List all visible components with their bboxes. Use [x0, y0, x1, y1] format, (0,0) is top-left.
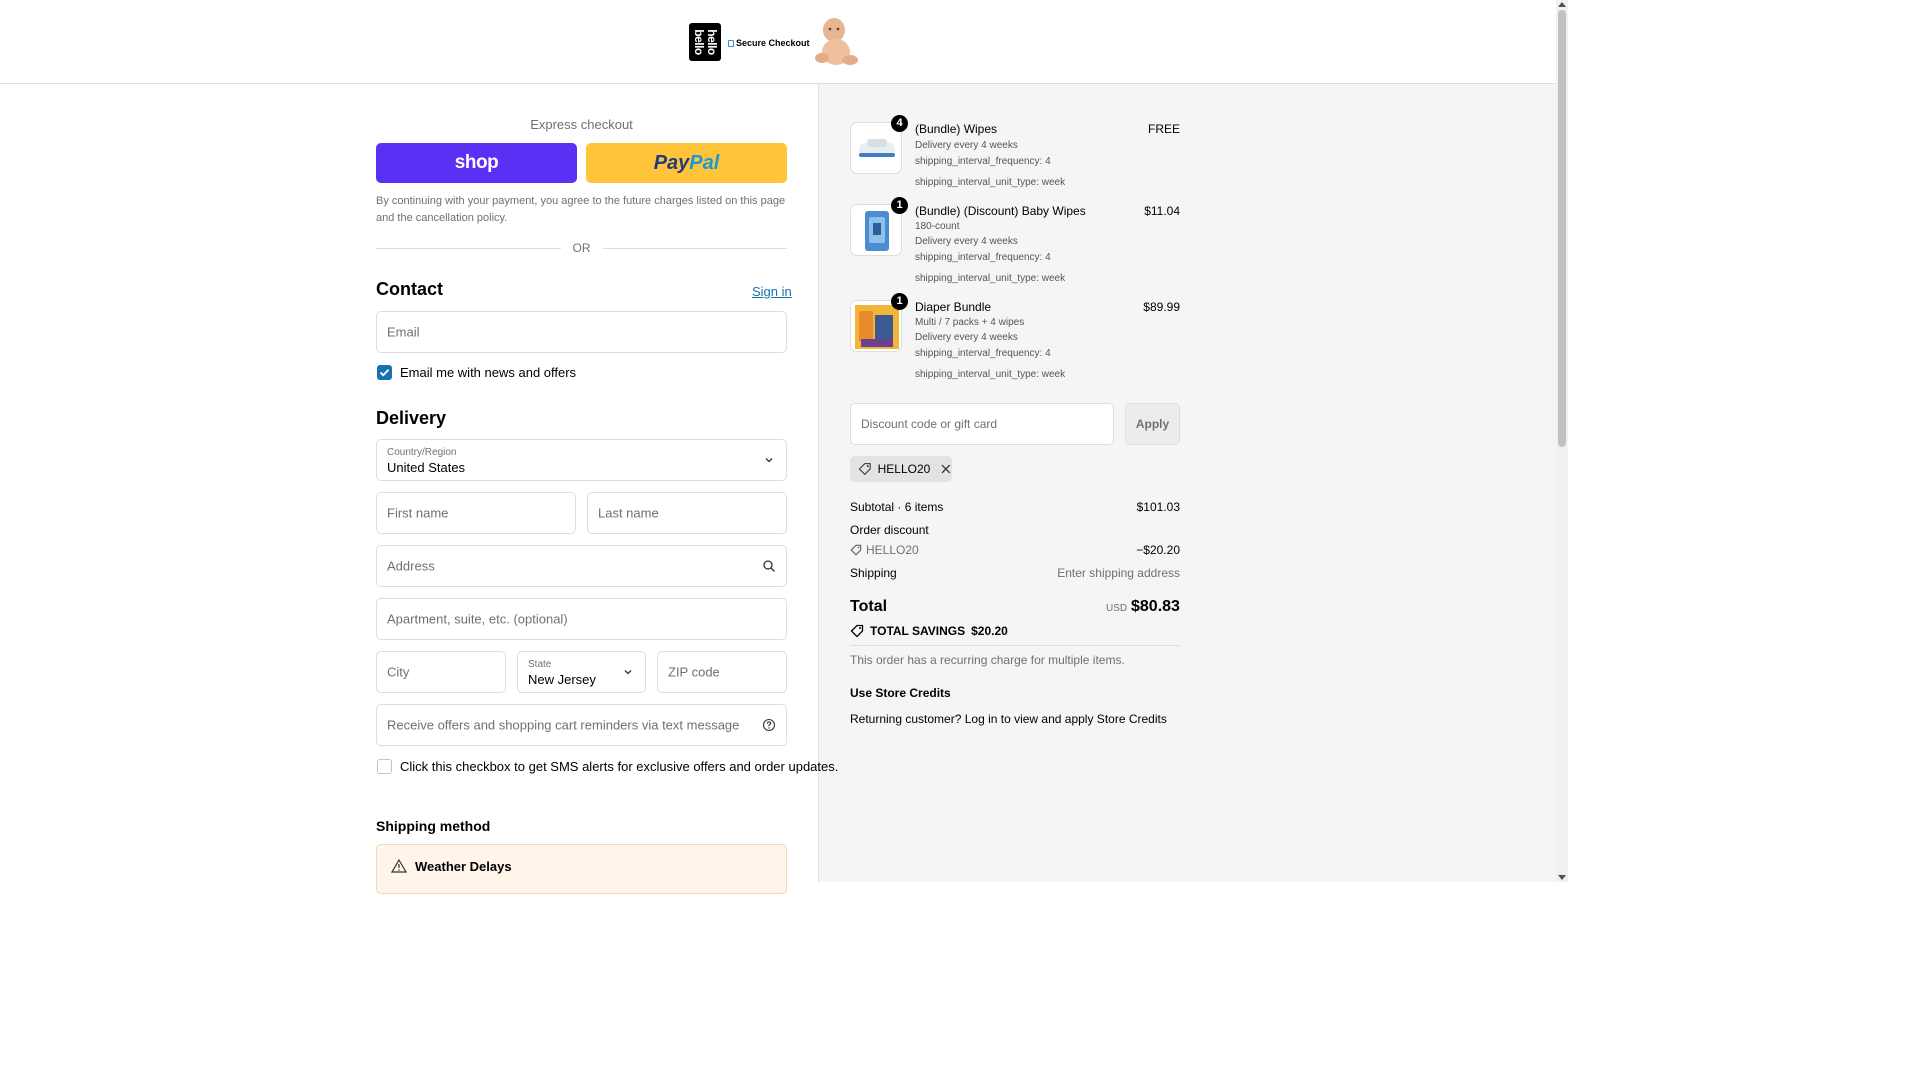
quantity-badge: 1 — [891, 197, 908, 214]
warning-icon — [391, 859, 407, 873]
scroll-up-arrow-icon[interactable] — [1558, 2, 1566, 7]
last-name-field[interactable]: Last name — [587, 492, 787, 534]
product-meta: shipping_interval_unit_type: week — [915, 177, 1066, 188]
total-savings: TOTAL SAVINGS $20.20 — [850, 624, 1008, 638]
product-meta: Multi / 7 packs + 4 wipes — [915, 317, 1025, 328]
tag-icon — [850, 544, 862, 556]
newsletter-label: Email me with news and offers — [400, 365, 577, 380]
product-meta: Delivery every 4 weeks — [915, 140, 1018, 151]
express-checkout-title: Express checkout — [530, 117, 633, 132]
apartment-field[interactable]: Apartment, suite, etc. (optional) — [376, 598, 787, 640]
product-price: $11.04 — [1144, 204, 1180, 218]
paypal-button[interactable]: Pay Pal — [586, 143, 787, 183]
cart-item: 1 (Bundle) (Discount) Baby Wipes $11.04 … — [850, 197, 1180, 286]
scroll-down-arrow-icon[interactable] — [1558, 875, 1566, 880]
product-meta: shipping_interval_unit_type: week — [915, 273, 1066, 284]
apply-discount-button[interactable]: Apply — [1125, 403, 1180, 445]
product-meta: shipping_interval_unit_type: week — [915, 369, 1066, 380]
product-name: (Bundle) Wipes — [915, 122, 998, 136]
search-icon — [763, 560, 775, 572]
product-meta: Delivery every 4 weeks — [915, 236, 1018, 247]
baby-mascot-image — [815, 18, 858, 65]
contact-heading: Contact — [376, 279, 443, 299]
shop-pay-button[interactable]: shop — [376, 143, 577, 183]
address-field[interactable]: Address — [376, 545, 787, 587]
country-select[interactable]: Country/Region United States — [376, 439, 787, 481]
tag-icon — [850, 624, 864, 638]
remove-discount-icon[interactable] — [940, 463, 952, 475]
cart-item: 1 Diaper Bundle $89.99 Multi / 7 packs +… — [850, 293, 1180, 382]
lock-icon — [728, 39, 734, 47]
tag-icon — [858, 463, 871, 476]
total-value: $80.83 — [1131, 598, 1180, 615]
newsletter-checkbox[interactable] — [377, 365, 392, 380]
product-meta: shipping_interval_frequency: 4 — [915, 156, 1051, 167]
or-divider: OR — [376, 240, 787, 256]
total-currency: USD — [1106, 603, 1128, 614]
city-field[interactable]: City — [376, 651, 506, 693]
secure-checkout-label: Secure Checkout — [728, 38, 810, 48]
product-name: Diaper Bundle — [915, 300, 992, 314]
zip-code-field[interactable]: ZIP code — [657, 651, 787, 693]
recurring-charges-legal-text: By continuing with your payment, you agr… — [376, 195, 786, 224]
help-icon[interactable] — [762, 718, 776, 732]
summary-divider — [850, 645, 1180, 646]
discount-code-field[interactable]: Discount code or gift card — [850, 403, 1114, 445]
checkout-header: hello bello Secure Checkout — [0, 0, 1556, 84]
chevron-down-icon — [624, 670, 632, 675]
email-field[interactable]: Email — [376, 311, 787, 353]
checkmark-icon — [379, 369, 390, 377]
applied-discount-chip: HELLO20 — [850, 456, 952, 482]
store-credits-heading: Use Store Credits — [850, 686, 951, 700]
scrollbar-thumb[interactable] — [1558, 10, 1566, 447]
product-meta: shipping_interval_frequency: 4 — [915, 252, 1051, 263]
hello-bello-logo[interactable]: hello bello — [689, 23, 721, 61]
sms-consent-label: Click this checkbox to get SMS alerts fo… — [400, 759, 839, 774]
quantity-badge: 1 — [891, 293, 908, 310]
recurring-charge-note: This order has a recurring charge for mu… — [850, 653, 1125, 667]
sign-in-link[interactable]: Sign in — [752, 284, 792, 299]
chevron-down-icon — [765, 458, 773, 463]
shipping-method-heading: Shipping method — [376, 818, 491, 834]
product-meta: shipping_interval_frequency: 4 — [915, 348, 1051, 359]
delivery-heading: Delivery — [376, 408, 447, 428]
sms-phone-field[interactable]: Receive offers and shopping cart reminde… — [376, 704, 787, 746]
product-price: $89.99 — [1143, 300, 1180, 314]
weather-delays-notice: Weather Delays — [376, 844, 787, 894]
cart-item: 4 (Bundle) Wipes FREE Delivery every 4 w… — [850, 115, 1180, 188]
quantity-badge: 4 — [891, 115, 908, 132]
total-label: Total — [850, 598, 888, 615]
sms-checkbox[interactable] — [377, 759, 392, 774]
product-name: (Bundle) (Discount) Baby Wipes — [915, 204, 1086, 218]
store-credits-text[interactable]: Returning customer? Log in to view and a… — [850, 712, 1167, 726]
product-meta: Delivery every 4 weeks — [915, 332, 1018, 343]
page-scrollbar[interactable] — [1556, 0, 1568, 882]
first-name-field[interactable]: First name — [376, 492, 576, 534]
product-price: FREE — [1147, 122, 1180, 136]
state-select[interactable]: State New Jersey — [517, 651, 646, 693]
product-meta: 180-count — [915, 221, 960, 232]
